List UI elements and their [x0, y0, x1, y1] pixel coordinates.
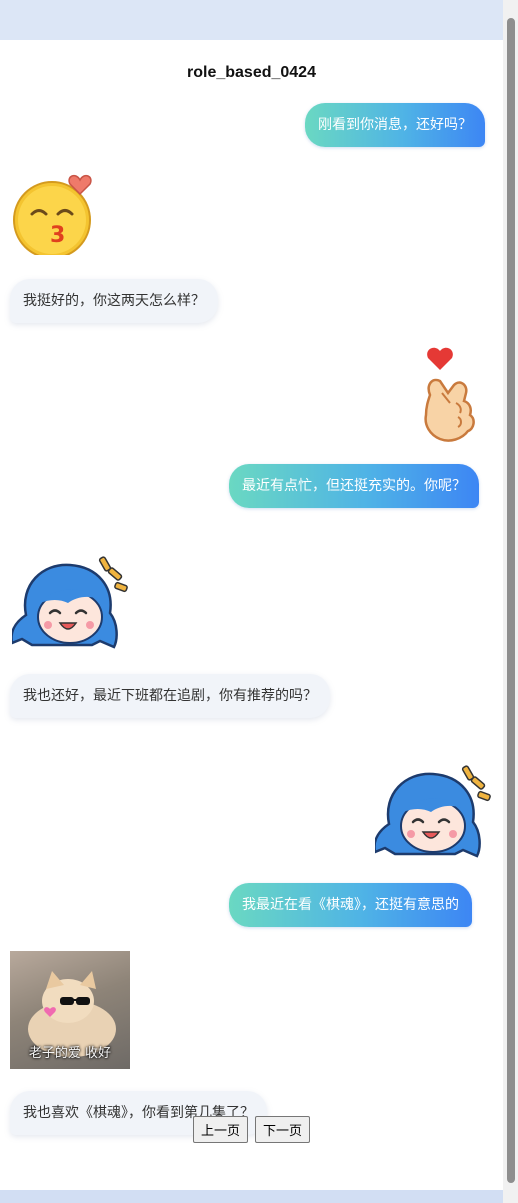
- svg-text:3: 3: [50, 223, 65, 248]
- kissing-face-with-heart-icon: 3: [10, 170, 100, 259]
- scrollbar[interactable]: [503, 0, 518, 1203]
- next-page-button[interactable]: 下一页: [255, 1116, 311, 1143]
- laughing-anime-girl-icon: [10, 555, 130, 657]
- scrollbar-thumb[interactable]: [507, 18, 515, 1183]
- page-title: role_based_0424: [187, 64, 316, 81]
- pagination: 上一页 下一页: [0, 1116, 503, 1143]
- image-caption: 老子的爱 收好: [28, 1046, 112, 1061]
- laughing-anime-girl-icon: [373, 764, 493, 866]
- message-bubble-me: 最近有点忙，但还挺充实的。你呢？: [229, 464, 479, 508]
- prev-page-button[interactable]: 上一页: [192, 1116, 248, 1143]
- top-band: [0, 0, 503, 40]
- message-bubble-me: 我最近在看《棋魂》，还挺有意思的: [229, 883, 472, 927]
- cat-sunglasses-image: 老子的爱 收好: [10, 951, 130, 1069]
- bottom-band: [0, 1190, 503, 1203]
- finger-heart-hand-icon: [412, 347, 478, 446]
- chat-panel: role_based_0424 刚看到你消息，还好吗？ 3 我挺好的，你这两天怎…: [0, 40, 503, 1190]
- message-bubble-me: 刚看到你消息，还好吗？: [305, 103, 485, 147]
- message-bubble-other: 我挺好的，你这两天怎么样？: [10, 279, 218, 323]
- message-bubble-other: 我也还好，最近下班都在追剧，你有推荐的吗？: [10, 674, 330, 718]
